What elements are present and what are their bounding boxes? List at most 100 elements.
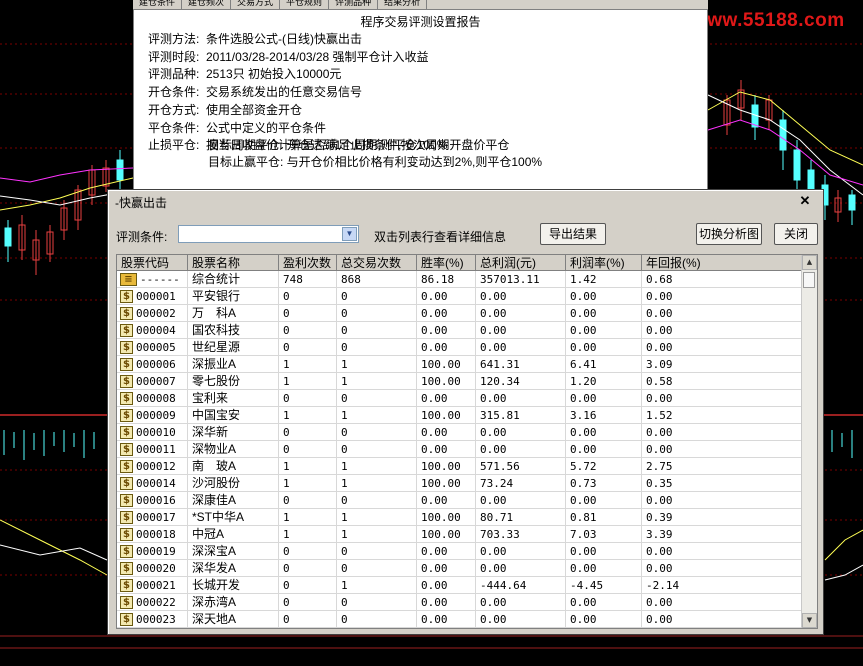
table-cell: 0 — [337, 441, 417, 458]
stock-code-cell: $000004 — [117, 322, 188, 339]
table-cell: 0 — [337, 390, 417, 407]
report-row: 评测时段: 2011/03/28-2014/03/28 强制平仓计入收益 — [148, 49, 429, 66]
table-cell: 0.00 — [566, 322, 642, 339]
table-cell: 1.42 — [566, 271, 642, 288]
stock-code-cell: $000001 — [117, 288, 188, 305]
report-sub-row: 目标周期平仓: 开仓达到1个周期,则平仓100% — [208, 138, 448, 152]
table-cell: 0.00 — [642, 305, 803, 322]
scroll-thumb[interactable] — [803, 272, 815, 288]
table-row[interactable]: $000008 宝利来 0 0 0.00 0.00 0.00 0.00 — [117, 390, 803, 407]
scroll-up-icon[interactable]: ▲ — [802, 255, 817, 270]
condition-select[interactable]: ▼ — [178, 225, 359, 243]
top-tab[interactable]: 结果分析 — [378, 0, 428, 9]
report-row: 开仓条件: 交易系统发出的任意交易信号 — [148, 84, 362, 101]
stock-code-cell: $000005 — [117, 339, 188, 356]
table-row[interactable]: $000019 深深宝A 0 0 0.00 0.00 0.00 0.00 — [117, 543, 803, 560]
column-header[interactable]: 总利润(元) — [476, 255, 566, 271]
table-cell: 0.81 — [566, 509, 642, 526]
stock-icon: $ — [120, 544, 133, 558]
table-row[interactable]: $000010 深华新 0 0 0.00 0.00 0.00 0.00 — [117, 424, 803, 441]
column-header[interactable]: 总交易次数 — [337, 255, 417, 271]
condition-label: 评测条件: — [116, 230, 168, 244]
table-cell: 0.00 — [417, 390, 476, 407]
table-row[interactable]: $000006 深振业A 1 1 100.00 641.31 6.41 3.09 — [117, 356, 803, 373]
stock-icon: $ — [120, 357, 133, 371]
vertical-scrollbar[interactable]: ▲ ▼ — [801, 255, 817, 628]
table-row[interactable]: $000021 长城开发 0 1 0.00 -444.64 -4.45 -2.14 — [117, 577, 803, 594]
column-header[interactable]: 利润率(%) — [566, 255, 642, 271]
table-cell: 0 — [337, 305, 417, 322]
table-cell: 深物业A — [188, 441, 279, 458]
stock-code-cell: $000002 — [117, 305, 188, 322]
table-cell: 0.00 — [417, 305, 476, 322]
column-header[interactable]: 胜率(%) — [417, 255, 476, 271]
export-button[interactable]: 导出结果 — [540, 223, 606, 245]
top-tab[interactable]: 建仓条件 — [133, 0, 183, 9]
table-row[interactable]: $000017 *ST中华A 1 1 100.00 80.71 0.81 0.39 — [117, 509, 803, 526]
table-cell: 0.00 — [417, 611, 476, 628]
table-row[interactable]: $000007 零七股份 1 1 100.00 120.34 1.20 0.58 — [117, 373, 803, 390]
top-tab[interactable]: 评测品种 — [329, 0, 379, 9]
stock-icon: $ — [120, 459, 133, 473]
stock-code-text: 000002 — [136, 306, 176, 320]
table-cell: 1 — [337, 356, 417, 373]
table-row[interactable]: $000009 中国宝安 1 1 100.00 315.81 3.16 1.52 — [117, 407, 803, 424]
top-tab[interactable]: 平仓规则 — [280, 0, 330, 9]
table-cell: 1 — [337, 526, 417, 543]
watermark-url: www.55188.com — [692, 10, 845, 31]
table-cell: 0.00 — [566, 390, 642, 407]
table-row[interactable]: $000001 平安银行 0 0 0.00 0.00 0.00 0.00 — [117, 288, 803, 305]
stock-code-cell: $000018 — [117, 526, 188, 543]
stock-code-text: 000006 — [136, 357, 176, 371]
table-row[interactable]: $000011 深物业A 0 0 0.00 0.00 0.00 0.00 — [117, 441, 803, 458]
close-icon[interactable]: ✕ — [794, 192, 816, 210]
table-cell: 0.00 — [476, 390, 566, 407]
table-row[interactable]: $000018 中冠A 1 1 100.00 703.33 7.03 3.39 — [117, 526, 803, 543]
report-sub-row: 目标止赢平仓: 与开仓价相比价格有利变动达到2%,则平仓100% — [208, 155, 543, 169]
table-cell: 0 — [337, 492, 417, 509]
top-tab[interactable]: 建仓频次 — [182, 0, 232, 9]
table-row[interactable]: $000020 深华发A 0 0 0.00 0.00 0.00 0.00 — [117, 560, 803, 577]
column-header[interactable]: 盈利次数 — [279, 255, 337, 271]
switch-chart-button[interactable]: 切换分析图 — [696, 223, 762, 245]
report-title: 程序交易评测设置报告 — [360, 15, 481, 29]
dialog-toolbar: 评测条件: ▼ 双击列表行查看详细信息 导出结果 切换分析图 关闭 — [108, 222, 823, 248]
table-row[interactable]: $000023 深天地A 0 0 0.00 0.00 0.00 0.00 — [117, 611, 803, 628]
report-row-value: 2513只 初始投入10000元 — [206, 67, 342, 82]
stock-code-cell: $000009 — [117, 407, 188, 424]
table-row[interactable]: $000004 国农科技 0 0 0.00 0.00 0.00 0.00 — [117, 322, 803, 339]
table-cell: 0 — [279, 594, 337, 611]
table-row[interactable]: ≡ ------ 综合统计 748 868 86.18 357013.11 1.42 0.68 — [117, 271, 803, 288]
table-row[interactable]: $000005 世纪星源 0 0 0.00 0.00 0.00 0.00 — [117, 339, 803, 356]
top-tab[interactable]: 交易方式 — [231, 0, 281, 9]
table-row[interactable]: $000022 深赤湾A 0 0 0.00 0.00 0.00 0.00 — [117, 594, 803, 611]
dialog-titlebar[interactable]: -快赢出击 ✕ — [109, 191, 822, 211]
report-row: 开仓方式: 使用全部资金开仓 — [148, 102, 302, 119]
stock-icon: $ — [120, 340, 133, 354]
column-header[interactable]: 股票名称 — [188, 255, 279, 271]
table-cell: 深华新 — [188, 424, 279, 441]
table-row[interactable]: $000002 万 科A 0 0 0.00 0.00 0.00 0.00 — [117, 305, 803, 322]
stock-code-text: 000018 — [136, 527, 176, 541]
table-row[interactable]: $000016 深康佳A 0 0 0.00 0.00 0.00 0.00 — [117, 492, 803, 509]
table-row[interactable]: $000014 沙河股份 1 1 100.00 73.24 0.73 0.35 — [117, 475, 803, 492]
report-row-key: 开仓方式: — [148, 102, 200, 117]
stock-code-cell: $000014 — [117, 475, 188, 492]
table-cell: 100.00 — [417, 356, 476, 373]
table-cell: 0.00 — [476, 322, 566, 339]
hint-text: 双击列表行查看详细信息 — [374, 230, 507, 244]
table-cell: 零七股份 — [188, 373, 279, 390]
table-row[interactable]: $000012 南 玻A 1 1 100.00 571.56 5.72 2.75 — [117, 458, 803, 475]
stock-code-text: 000020 — [136, 561, 176, 575]
table-cell: 0.58 — [642, 373, 803, 390]
table-cell: 0 — [279, 492, 337, 509]
table-cell: 3.16 — [566, 407, 642, 424]
column-header[interactable]: 年回报(%) — [642, 255, 803, 271]
scroll-down-icon[interactable]: ▼ — [802, 613, 817, 628]
close-button[interactable]: 关闭 — [774, 223, 818, 245]
table-cell: 0.00 — [642, 594, 803, 611]
column-header[interactable]: 股票代码 — [117, 255, 188, 271]
table-cell: 0 — [337, 288, 417, 305]
chevron-down-icon[interactable]: ▼ — [342, 227, 357, 241]
table-cell: 0 — [279, 577, 337, 594]
